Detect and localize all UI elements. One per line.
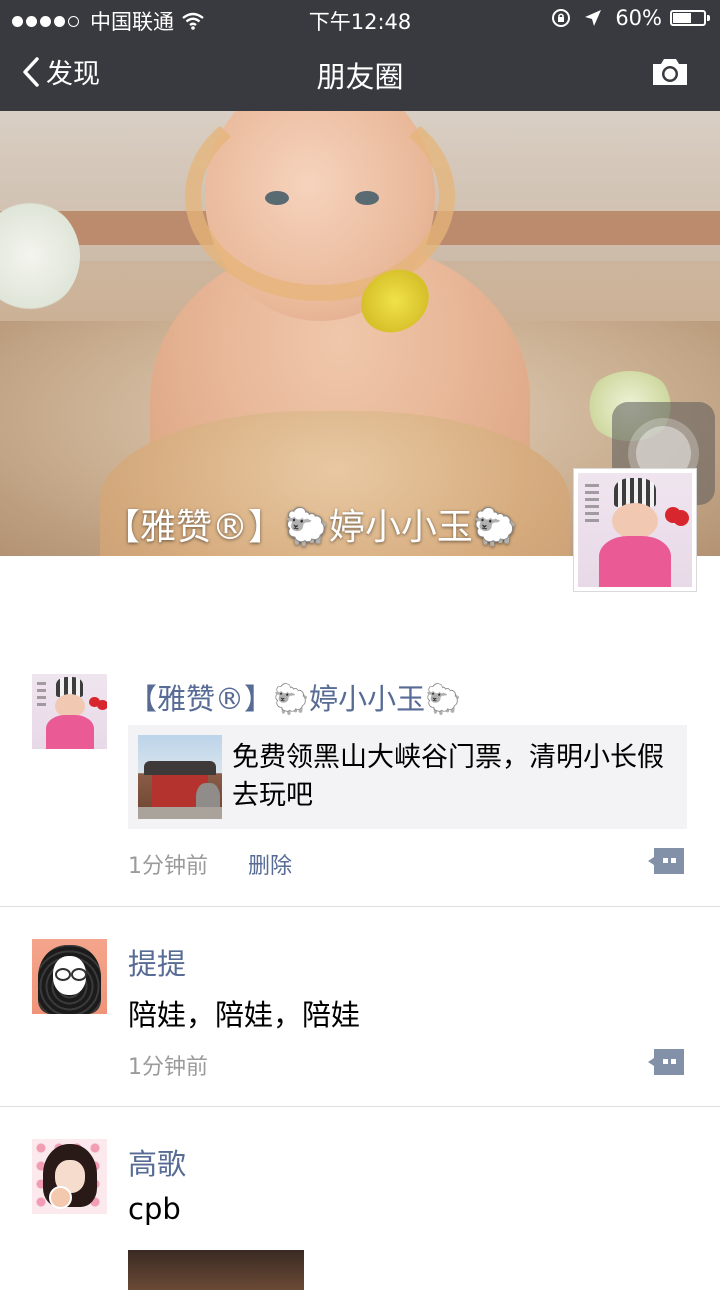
comment-button[interactable]: [648, 848, 684, 874]
post-image[interactable]: [128, 1250, 304, 1290]
delete-button[interactable]: 删除: [248, 848, 292, 880]
top-bar: 中国联通 下午12:48 60% 发现 朋友圈: [0, 0, 720, 111]
post-text: cpb: [128, 1192, 181, 1226]
moment-post: 高歌 cpb: [0, 1107, 720, 1290]
nav-bar: 发现 朋友圈: [0, 36, 720, 111]
post-text: 陪娃，陪娃，陪娃: [128, 998, 361, 1032]
avatar-image: [578, 473, 692, 587]
link-title: 免费领黑山大峡谷门票，清明小长假去玩吧: [232, 742, 664, 811]
page-title: 朋友圈: [316, 60, 404, 94]
cover-display-name: 【雅赞®】🐑婷小小玉🐑: [104, 507, 518, 548]
back-chevron-icon: [23, 56, 39, 87]
post-time: 1分钟前: [128, 854, 208, 879]
comment-button[interactable]: [648, 1049, 684, 1075]
avatar[interactable]: [32, 1139, 107, 1214]
back-label: 发现: [46, 59, 100, 90]
comment-icon: [648, 1049, 684, 1075]
status-right: 60%: [551, 6, 710, 30]
camera-button[interactable]: [650, 56, 690, 92]
moment-post: 【雅赞®】🐑婷小小玉🐑 免费领黑山大峡谷门票，清明小长假去玩吧 1分钟前 删除: [0, 556, 720, 907]
back-button[interactable]: 发现: [22, 52, 100, 91]
avatar[interactable]: [32, 939, 107, 1014]
shared-link-card[interactable]: 免费领黑山大峡谷门票，清明小长假去玩吧: [128, 725, 687, 829]
post-author-name[interactable]: 【雅赞®】🐑婷小小玉🐑: [128, 676, 461, 718]
post-author-name[interactable]: 提提: [128, 941, 186, 983]
link-thumbnail: [138, 735, 222, 819]
lock-rotation-icon: [552, 9, 571, 27]
battery-fill: [673, 13, 691, 23]
post-author-name[interactable]: 高歌: [128, 1141, 186, 1183]
moments-feed: 【雅赞®】🐑婷小小玉🐑 免费领黑山大峡谷门票，清明小长假去玩吧 1分钟前 删除 …: [0, 556, 720, 1290]
avatar[interactable]: [32, 674, 107, 749]
status-bar: 中国联通 下午12:48 60%: [0, 0, 720, 36]
comment-icon: [648, 848, 684, 874]
post-time: 1分钟前: [128, 1055, 208, 1080]
moment-post: 提提 陪娃，陪娃，陪娃 1分钟前: [0, 907, 720, 1107]
camera-icon: [653, 59, 687, 85]
location-arrow-icon: [585, 10, 602, 26]
battery-icon: [670, 10, 710, 26]
battery-percent: 60%: [615, 6, 662, 30]
profile-avatar[interactable]: [573, 468, 697, 592]
